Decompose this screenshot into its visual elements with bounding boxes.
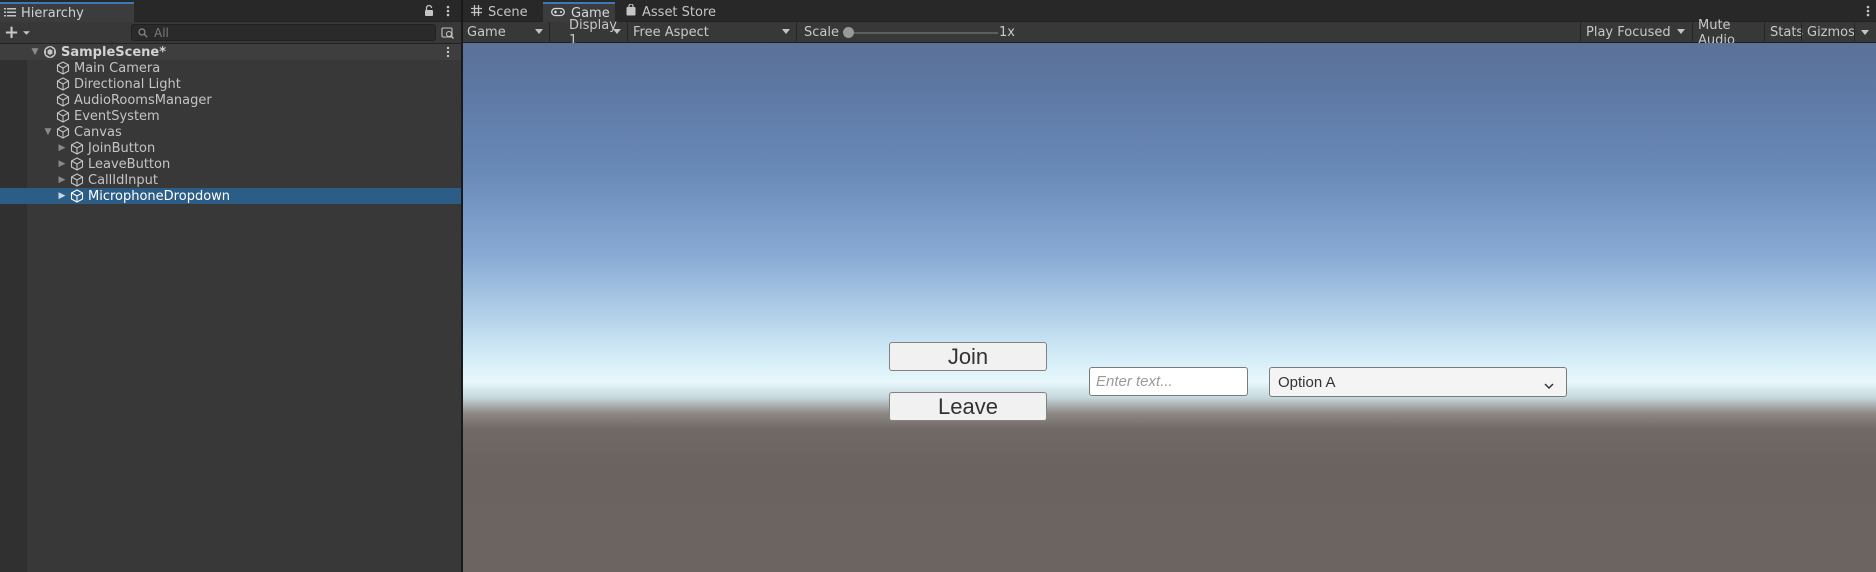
cube-icon (70, 189, 84, 203)
game-menu-icon[interactable] (1863, 4, 1873, 18)
display-dropdown[interactable]: Display 1 (551, 18, 628, 48)
chevron-down-icon (1544, 377, 1554, 394)
hierarchy-item-audio-rooms-manager[interactable]: AudioRoomsManager (0, 92, 461, 108)
scene-row[interactable]: ▼ SampleScene* (0, 44, 461, 60)
cube-icon (56, 109, 70, 123)
cube-icon (70, 173, 84, 187)
leave-button[interactable]: Leave (889, 392, 1047, 421)
cube-icon (56, 93, 70, 107)
hierarchy-item-main-camera[interactable]: Main Camera (0, 60, 461, 76)
view-mode-dropdown[interactable]: Game (463, 22, 550, 43)
lock-icon[interactable] (424, 4, 434, 20)
cube-icon (56, 61, 70, 75)
play-mode-value: Play Focused (1586, 25, 1671, 40)
tab-asset-store-label: Asset Store (642, 4, 717, 20)
hierarchy-item-label: Directional Light (74, 76, 181, 92)
expand-arrow-icon[interactable]: ▼ (30, 47, 40, 57)
hierarchy-item-label: LeaveButton (88, 156, 171, 172)
grid-icon (471, 4, 482, 20)
mute-audio-toggle[interactable]: Mute Audio (1692, 18, 1763, 48)
chevron-down-icon (1861, 30, 1869, 35)
add-object-button[interactable]: + (2, 24, 30, 42)
hierarchy-toolbar: + (0, 22, 461, 44)
hierarchy-item-canvas[interactable]: ▼ Canvas (0, 124, 461, 140)
game-panel: Scene Game Asset Store Game Display 1 Fr… (463, 0, 1876, 572)
hierarchy-item-label: MicrophoneDropdown (88, 188, 231, 204)
search-input[interactable] (154, 25, 414, 40)
gamepad-icon (551, 6, 565, 21)
scene-filter-icon[interactable] (441, 26, 455, 40)
stats-toggle[interactable]: Stats (1764, 22, 1804, 43)
tab-hierarchy[interactable]: Hierarchy (0, 2, 134, 22)
microphone-dropdown[interactable]: Option A (1269, 367, 1567, 397)
hierarchy-tree: ▼ SampleScene* Main Camera Directional L… (0, 44, 461, 572)
scale-slider-thumb[interactable] (843, 27, 854, 38)
unity-scene-icon (43, 45, 57, 59)
hierarchy-item-label: Main Camera (74, 60, 161, 76)
hierarchy-item-join-button[interactable]: ▶ JoinButton (0, 140, 461, 156)
call-id-input[interactable] (1089, 367, 1248, 396)
hierarchy-item-microphone-dropdown[interactable]: ▶ MicrophoneDropdown (0, 188, 461, 204)
chevron-down-icon (613, 29, 621, 34)
scene-menu-icon[interactable] (443, 46, 453, 58)
chevron-down-icon (782, 29, 790, 34)
expand-arrow-icon[interactable]: ▼ (43, 127, 53, 137)
cube-icon (70, 141, 84, 155)
list-icon (4, 6, 16, 21)
tab-hierarchy-label: Hierarchy (21, 5, 84, 21)
scale-slider-track[interactable] (848, 32, 998, 34)
chevron-down-icon (23, 31, 30, 35)
cube-icon (70, 157, 84, 171)
view-mode-value: Game (467, 25, 506, 40)
search-icon (138, 27, 148, 38)
play-mode-dropdown[interactable]: Play Focused (1580, 22, 1691, 43)
hierarchy-item-event-system[interactable]: EventSystem (0, 108, 461, 124)
chevron-down-icon (535, 29, 543, 34)
gizmos-dropdown[interactable] (1854, 22, 1876, 43)
cube-icon (56, 125, 70, 139)
plus-icon: + (4, 22, 20, 43)
hierarchy-menu-icon[interactable] (443, 4, 453, 18)
hierarchy-tab-bar: Hierarchy (0, 0, 461, 22)
hierarchy-item-label: CallIdInput (88, 172, 159, 188)
bag-icon (626, 3, 636, 20)
tab-scene-label: Scene (488, 4, 528, 20)
game-viewport[interactable]: Join Leave Option A (463, 43, 1876, 572)
aspect-dropdown[interactable]: Free Aspect (629, 22, 797, 43)
game-toolbar: Game Display 1 Free Aspect Scale 1x Play… (463, 18, 1876, 48)
hierarchy-panel: Hierarchy + ▼ SampleScene* (0, 0, 461, 572)
tab-scene[interactable]: Scene (463, 2, 535, 22)
game-tab-bar: Scene Game Asset Store (463, 0, 1876, 22)
collapse-arrow-icon[interactable]: ▶ (57, 159, 67, 169)
scale-label: Scale (804, 25, 839, 40)
collapse-arrow-icon[interactable]: ▶ (57, 175, 67, 185)
hierarchy-item-leave-button[interactable]: ▶ LeaveButton (0, 156, 461, 172)
gizmos-label: Gizmos (1807, 25, 1855, 40)
hierarchy-item-label: AudioRoomsManager (74, 92, 212, 108)
collapse-arrow-icon[interactable]: ▶ (57, 143, 67, 153)
tab-asset-store[interactable]: Asset Store (618, 2, 718, 22)
stats-label: Stats (1770, 25, 1804, 40)
collapse-arrow-icon[interactable]: ▶ (57, 191, 67, 201)
scene-name: SampleScene* (61, 44, 167, 60)
join-button[interactable]: Join (889, 342, 1047, 371)
aspect-value: Free Aspect (633, 25, 709, 40)
hierarchy-item-label: EventSystem (74, 108, 160, 124)
dropdown-value: Option A (1278, 373, 1336, 391)
gizmos-toggle[interactable]: Gizmos (1801, 22, 1855, 43)
chevron-down-icon (1677, 29, 1685, 34)
hierarchy-item-label: Canvas (74, 124, 122, 140)
hierarchy-search[interactable] (131, 24, 436, 41)
hierarchy-item-call-id-input[interactable]: ▶ CallIdInput (0, 172, 461, 188)
hierarchy-item-directional-light[interactable]: Directional Light (0, 76, 461, 92)
hierarchy-item-label: JoinButton (88, 140, 156, 156)
scale-value: 1x (999, 25, 1015, 40)
cube-icon (56, 77, 70, 91)
